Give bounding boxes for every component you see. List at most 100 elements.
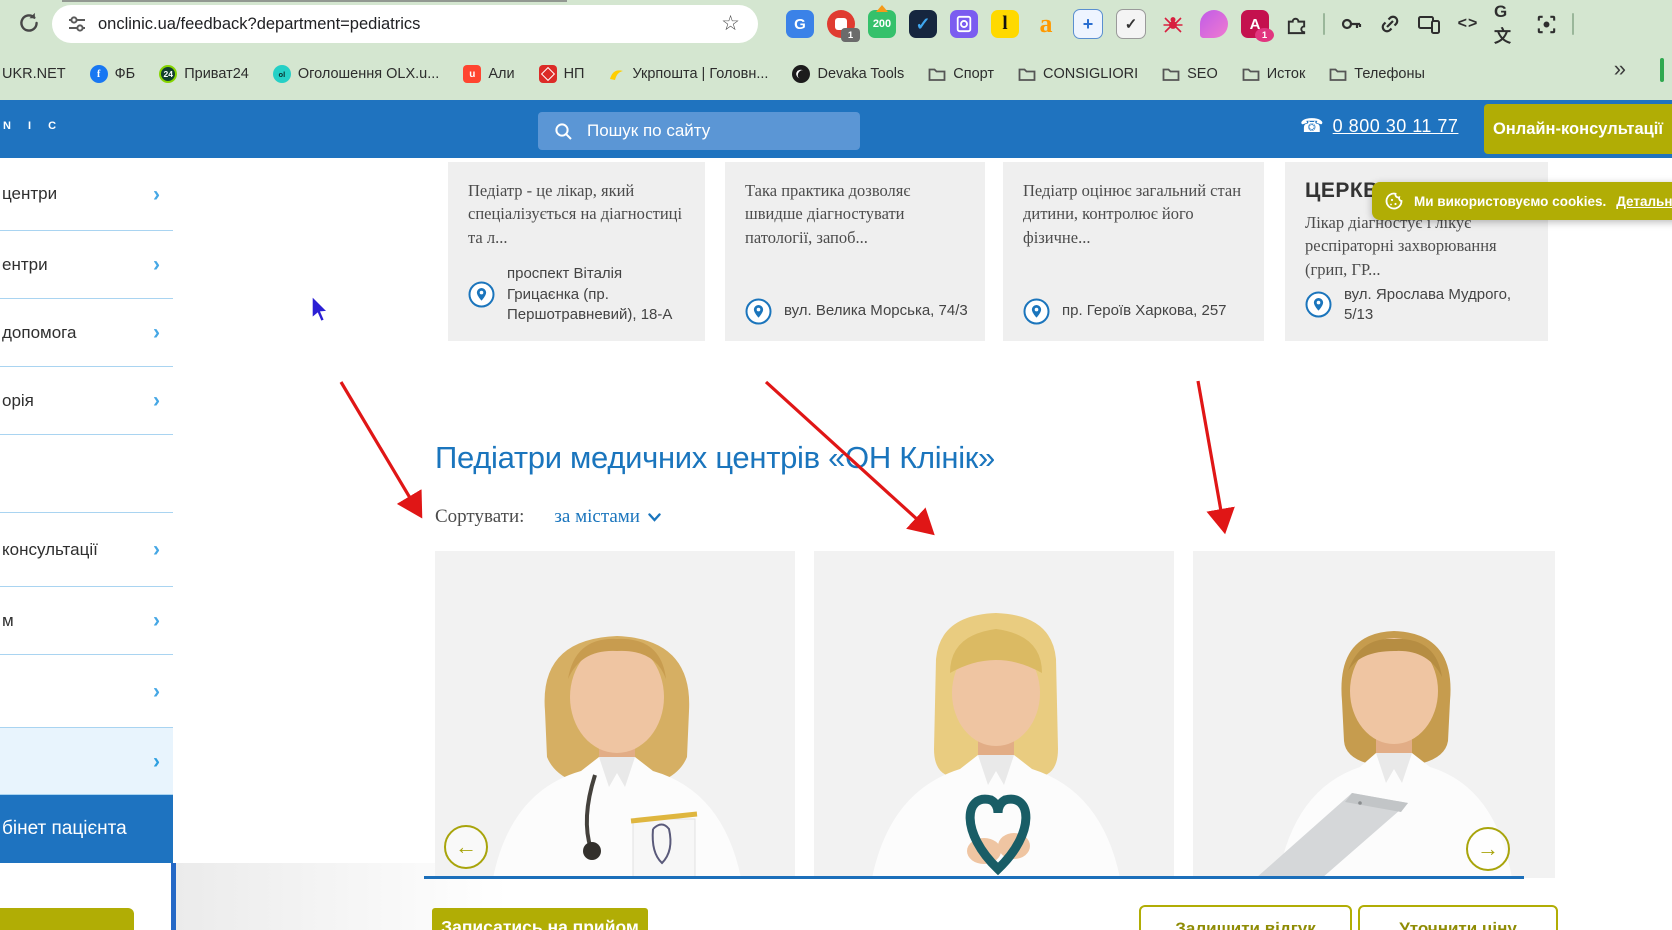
site-logo[interactable]: N I C <box>3 120 63 132</box>
check-app-extension-icon[interactable]: ✓ <box>909 10 937 38</box>
address-bar[interactable]: onclinic.ua/feedback?department=pediatri… <box>52 5 758 43</box>
sidebar-item-m[interactable]: м › <box>0 587 173 655</box>
site-search-input[interactable]: Пошук по сайту <box>538 112 860 150</box>
header-phone-link[interactable]: ☎ 0 800 30 11 77 <box>1300 115 1458 138</box>
chevron-right-icon: › <box>153 321 160 344</box>
doctor-photo <box>1256 631 1512 878</box>
sidebar-item-consultations[interactable]: консультації › <box>0 513 173 587</box>
bookmark-olx[interactable]: ol Оголошення OLX.u... <box>272 65 439 83</box>
sort-label: Сортувати: <box>435 506 525 527</box>
notes-extension-icon[interactable]: ✓ <box>1116 9 1146 39</box>
reader-extension-icon[interactable] <box>950 10 978 38</box>
info-card[interactable]: Така практика дозволяє швидше діагностув… <box>725 162 985 341</box>
acrobat-extension-icon[interactable]: A 1 <box>1241 10 1274 42</box>
amazon-extension-icon[interactable]: a <box>1032 9 1060 38</box>
folder-icon <box>1018 68 1036 81</box>
folder-icon <box>928 68 946 81</box>
bookmark-star-icon[interactable]: ☆ <box>721 10 740 38</box>
chevron-right-icon: › <box>153 253 160 276</box>
clarify-price-button[interactable]: Уточнити ціну <box>1358 905 1558 930</box>
carousel-next-button[interactable]: → <box>1466 827 1510 871</box>
extensions-puzzle-icon[interactable] <box>1282 10 1310 38</box>
info-card[interactable]: Педіатр - це лікар, який спеціалізується… <box>448 162 705 341</box>
carousel-prev-button[interactable]: ← <box>444 825 488 869</box>
info-card[interactable]: Педіатр оцінює загальний стан дитини, ко… <box>1003 162 1264 341</box>
adblock-extension-icon[interactable]: 1 <box>827 10 860 42</box>
cookie-icon <box>1385 192 1403 210</box>
devaka-globe-icon <box>792 65 811 83</box>
bookmarks-drag-caret <box>1660 58 1664 82</box>
bookmarks-bar: UKR.NET f ФБ 24 Приват24 ol Оголошення O… <box>0 48 1672 100</box>
phone-icon: ☎ <box>1300 116 1324 137</box>
bookmark-novaposhta[interactable]: НП <box>538 65 584 83</box>
bookmark-folder-seo[interactable]: SEO <box>1162 66 1218 82</box>
code-tools-icon[interactable]: <> <box>1455 11 1481 37</box>
spider-extension-icon[interactable] <box>1159 10 1187 38</box>
leave-review-button[interactable]: Залишити відгук <box>1139 905 1352 930</box>
address-row: проспект Віталія Грицаєнка (пр. Першотра… <box>468 264 691 325</box>
doctor-photo <box>872 613 1120 878</box>
doctor-card[interactable] <box>435 551 795 878</box>
book-appointment-button[interactable]: Записатись на прийом <box>432 908 648 930</box>
screenshot-icon[interactable] <box>1533 11 1559 37</box>
sort-dropdown[interactable]: за містами <box>554 506 661 528</box>
acrobat-badge: 1 <box>1255 28 1274 42</box>
bookmark-privat24[interactable]: 24 Приват24 <box>159 65 249 83</box>
gradient-drop-extension-icon[interactable] <box>1200 10 1228 38</box>
translate-page-icon[interactable]: G文 <box>1494 2 1520 46</box>
bookmark-devaka[interactable]: Devaka Tools <box>792 65 904 83</box>
bookmarks-overflow-chevron[interactable]: » <box>1614 56 1626 82</box>
sidebar-item-blank-2[interactable]: › <box>0 655 173 728</box>
ukrposhta-icon <box>610 69 624 80</box>
doctor-photo <box>493 636 741 878</box>
arrow-right-icon: → <box>1477 836 1499 861</box>
tab-strip-edge <box>62 0 567 2</box>
arrow-left-icon: ← <box>455 834 477 859</box>
privat24-icon: 24 <box>159 65 178 83</box>
extensions-row: G 1 200 ✓ l a + ✓ A 1 <> G文 <box>786 2 1574 46</box>
doctor-card[interactable] <box>814 551 1174 878</box>
copy-link-icon[interactable] <box>1377 11 1403 37</box>
toolbar-divider <box>1323 13 1325 35</box>
bookmark-folder-sport[interactable]: Спорт <box>928 66 994 82</box>
translate-extension-icon[interactable]: G <box>786 10 814 38</box>
olx-icon: ol <box>272 65 291 83</box>
red-annotation-arrow <box>1196 380 1235 535</box>
chevron-right-icon: › <box>153 389 160 412</box>
bookmark-ukrnet[interactable]: UKR.NET <box>2 66 66 82</box>
carousel-bottom-border <box>424 876 1524 879</box>
cookie-details-link[interactable]: Детальн <box>1616 194 1672 209</box>
sidebar-item-centers[interactable]: центри › <box>0 158 173 231</box>
search-placeholder: Пошук по сайту <box>587 121 711 140</box>
letyshops-extension-icon[interactable]: l <box>991 10 1019 38</box>
adblock-badge: 1 <box>841 28 860 42</box>
chevron-down-icon <box>648 512 661 522</box>
bookmark-aliexpress[interactable]: u Али <box>463 65 515 83</box>
bookmark-folder-consigliori[interactable]: CONSIGLIORI <box>1018 66 1138 82</box>
location-pin-icon <box>1305 291 1332 318</box>
reload-button[interactable] <box>16 10 44 38</box>
online-consult-button[interactable]: Онлайн-консультації <box>1484 104 1672 154</box>
mouse-cursor <box>311 294 330 323</box>
cashback-extension-icon[interactable]: 200 <box>868 5 896 38</box>
sidebar-item-centers-2[interactable]: ентри › <box>0 231 173 299</box>
sidebar-item-help[interactable]: допомога › <box>0 299 173 367</box>
sidebar-cta-button[interactable] <box>0 908 134 930</box>
sidebar-item-active[interactable]: › <box>0 728 173 795</box>
site-settings-icon[interactable] <box>68 15 86 33</box>
bookmark-folder-phones[interactable]: Телефоны <box>1329 66 1425 82</box>
location-pin-icon <box>1023 298 1050 325</box>
patient-cabinet-button[interactable]: бінет пацієнта <box>0 795 173 863</box>
bookmark-folder-istok[interactable]: Исток <box>1242 66 1305 82</box>
bookmark-ukrposhta[interactable]: Укрпошта | Головн... <box>608 66 768 83</box>
bookmark-facebook[interactable]: f ФБ <box>89 65 135 83</box>
doctor-card[interactable] <box>1193 551 1555 878</box>
password-key-icon[interactable] <box>1338 11 1364 37</box>
pharmacy-extension-icon[interactable]: + <box>1073 9 1103 39</box>
sidebar-item-blank[interactable] <box>0 435 173 513</box>
page-title: Педіатри медичних центрів «ОН Клінік» <box>435 440 995 475</box>
sidebar-item-history[interactable]: орія › <box>0 367 173 435</box>
cookie-text: Ми використовуємо cookies. <box>1414 193 1607 209</box>
devices-icon[interactable] <box>1416 11 1442 37</box>
facebook-icon: f <box>89 65 108 83</box>
